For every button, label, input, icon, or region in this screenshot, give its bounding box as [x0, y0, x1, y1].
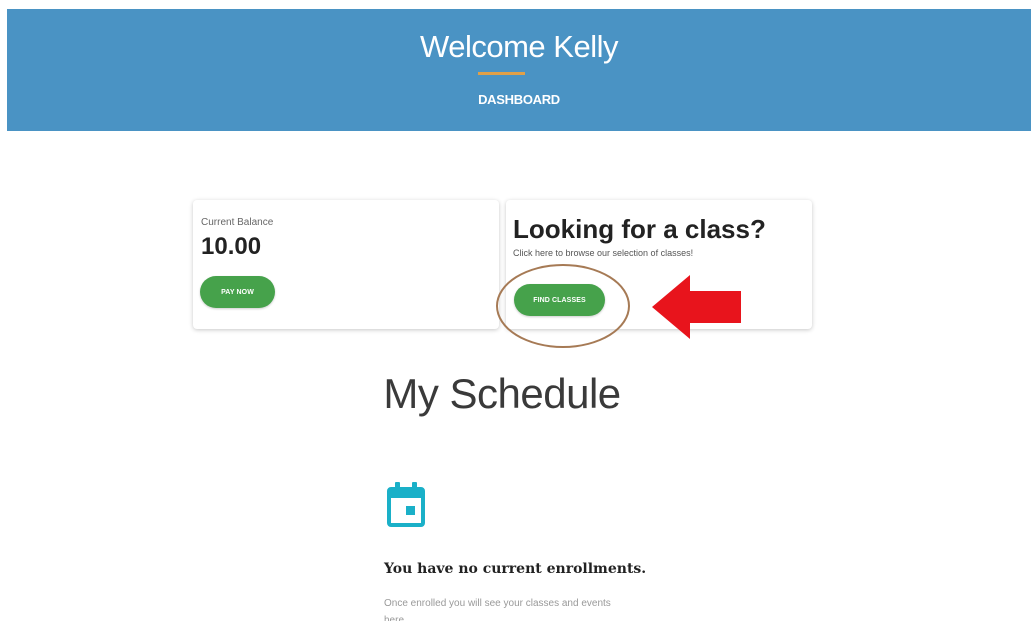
- find-classes-button[interactable]: FIND CLASSES: [514, 284, 605, 316]
- calendar-icon: [387, 482, 425, 527]
- page: Welcome Kelly DASHBOARD Current Balance …: [0, 0, 1031, 621]
- red-arrow-annotation: [652, 275, 741, 339]
- no-enrollments-description: Once enrolled you will see your classes …: [384, 598, 611, 621]
- header-divider: [478, 72, 525, 75]
- balance-label: Current Balance: [201, 217, 274, 228]
- header-banner: Welcome Kelly DASHBOARD: [7, 9, 1031, 131]
- welcome-title: Welcome Kelly: [420, 29, 618, 64]
- classes-subtext[interactable]: Click here to browse our selection of cl…: [513, 248, 693, 258]
- classes-heading: Looking for a class?: [513, 214, 766, 244]
- schedule-title: My Schedule: [383, 370, 621, 417]
- balance-value: 10.00: [201, 233, 262, 260]
- no-enrollments-title: You have no current enrollments.: [384, 561, 647, 577]
- pay-now-button[interactable]: PAY NOW: [200, 276, 275, 308]
- nav-dashboard-link[interactable]: DASHBOARD: [7, 92, 1031, 107]
- balance-card: Current Balance 10.00 PAY NOW: [193, 200, 499, 329]
